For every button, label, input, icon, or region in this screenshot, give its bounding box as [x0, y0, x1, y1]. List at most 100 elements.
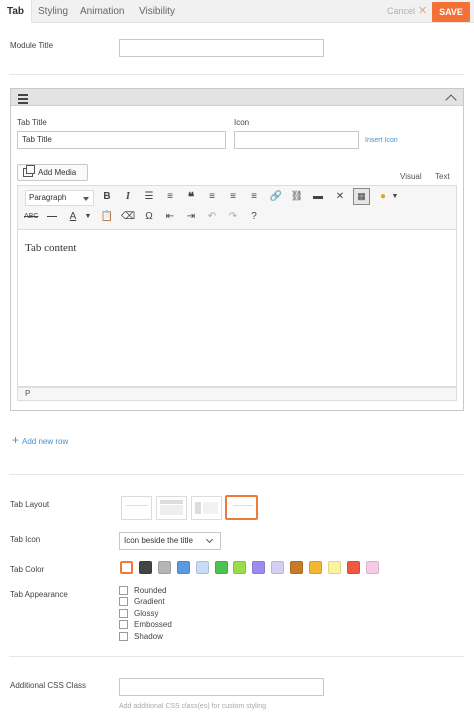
save-button[interactable]: SAVE	[432, 2, 470, 22]
chevron-down-icon[interactable]: ▼	[81, 210, 95, 224]
add-new-row-label: Add new row	[22, 437, 69, 446]
embossed-checkbox[interactable]	[119, 620, 128, 629]
tab-visibility[interactable]: Visibility	[139, 0, 175, 23]
caret-down-icon	[83, 197, 89, 201]
color-swatch[interactable]	[309, 561, 322, 574]
css-class-input[interactable]	[119, 678, 324, 696]
tab-color-label: Tab Color	[10, 565, 45, 574]
cancel-button[interactable]: Cancel ✕	[387, 0, 427, 23]
read-more-icon[interactable]: ▬	[311, 190, 325, 204]
layout-option-left[interactable]	[191, 496, 222, 520]
color-swatch[interactable]	[120, 561, 133, 574]
undo-icon[interactable]: ↶	[205, 210, 219, 224]
embossed-label: Embossed	[134, 620, 172, 629]
gradient-label: Gradient	[134, 597, 165, 606]
tab-styling[interactable]: Styling	[38, 0, 68, 23]
tab-animation[interactable]: Animation	[80, 0, 124, 23]
insert-icon-link[interactable]: Insert Icon	[365, 137, 398, 144]
chevron-down-icon[interactable]: ▼	[388, 190, 402, 204]
color-swatch[interactable]	[327, 561, 341, 574]
top-tab-bar: Tab Styling Animation Visibility Cancel ✕…	[0, 0, 474, 23]
tab-title-label: Tab Title	[17, 118, 47, 127]
glossy-label: Glossy	[134, 609, 159, 618]
format-select-value: Paragraph	[29, 193, 67, 202]
editor-toolbar: Paragraph B I ☰ ≡ ❝ ≡ ≡ ≡ 🔗 ⛓ ▬ ✕ ▦ ● ▼ …	[17, 185, 457, 229]
add-media-label: Add Media	[38, 168, 77, 177]
divider	[9, 474, 464, 475]
module-title-label: Module Title	[10, 41, 54, 50]
bold-icon[interactable]: B	[100, 190, 114, 204]
redo-icon[interactable]: ↷	[226, 210, 240, 224]
numbered-list-icon[interactable]: ≡	[163, 190, 177, 204]
color-swatch[interactable]	[233, 561, 247, 574]
align-left-icon[interactable]: ≡	[205, 190, 219, 204]
menu-icon[interactable]	[18, 94, 28, 106]
tab-icon-select[interactable]: Icon beside the title	[119, 532, 221, 550]
module-title-input[interactable]	[119, 39, 324, 57]
tab-icon-label: Tab Icon	[10, 535, 41, 544]
plus-icon: +	[12, 433, 20, 447]
tab-layout-label: Tab Layout	[10, 500, 50, 509]
fullscreen-icon[interactable]: ✕	[333, 190, 347, 204]
add-new-row-button[interactable]: + Add new row	[12, 433, 68, 447]
format-select[interactable]: Paragraph	[25, 190, 94, 206]
horizontal-line-icon[interactable]: —	[45, 210, 59, 224]
color-swatch[interactable]	[365, 561, 379, 574]
color-swatch[interactable]	[157, 561, 171, 574]
bullet-list-icon[interactable]: ☰	[142, 190, 156, 204]
tab-icon-value: Icon beside the title	[124, 536, 193, 545]
gradient-checkbox[interactable]	[119, 597, 128, 606]
chevron-up-icon[interactable]	[445, 94, 457, 106]
color-swatch[interactable]	[346, 561, 360, 574]
divider	[9, 74, 464, 75]
paste-text-icon[interactable]: 📋	[100, 210, 114, 224]
icon-input[interactable]	[234, 131, 359, 149]
row-header	[11, 89, 463, 106]
outdent-icon[interactable]: ⇤	[163, 210, 177, 224]
special-character-icon[interactable]: Ω	[142, 210, 156, 224]
chevron-down-icon	[205, 535, 214, 544]
tab-text[interactable]: Text	[435, 172, 450, 181]
glossy-checkbox[interactable]	[119, 609, 128, 618]
editor-content: Tab content	[25, 242, 77, 254]
clear-formatting-icon[interactable]: ⌫	[121, 210, 135, 224]
align-center-icon[interactable]: ≡	[226, 190, 240, 204]
color-swatch[interactable]	[195, 561, 209, 574]
shadow-checkbox[interactable]	[119, 632, 128, 641]
css-class-help: Add additional CSS class(es) for custom …	[119, 703, 267, 710]
color-swatch[interactable]	[252, 561, 266, 574]
text-color-icon[interactable]: A	[66, 210, 80, 224]
tab-appearance-label: Tab Appearance	[10, 590, 68, 599]
divider	[9, 656, 464, 657]
tab-visual[interactable]: Visual	[400, 172, 422, 181]
unlink-icon[interactable]: ⛓	[290, 190, 304, 204]
indent-icon[interactable]: ⇥	[184, 210, 198, 224]
shadow-label: Shadow	[134, 632, 163, 641]
blockquote-icon[interactable]: ❝	[184, 190, 198, 204]
strikethrough-icon[interactable]: ABC	[24, 210, 38, 224]
editor-path: P	[25, 389, 31, 398]
tab-tab[interactable]: Tab	[0, 0, 33, 23]
rounded-checkbox[interactable]	[119, 586, 128, 595]
tab-title-input[interactable]: Tab Title	[17, 131, 226, 149]
toolbar-toggle-icon[interactable]: ▦	[353, 188, 370, 205]
color-swatch[interactable]	[138, 561, 152, 574]
align-right-icon[interactable]: ≡	[247, 190, 261, 204]
icon-label: Icon	[234, 118, 250, 127]
add-media-button[interactable]: Add Media	[17, 164, 88, 181]
color-swatch[interactable]	[176, 561, 190, 574]
css-class-label: Additional CSS Class	[10, 681, 87, 690]
layout-option-right-selected[interactable]	[225, 495, 258, 520]
link-icon[interactable]: 🔗	[269, 190, 283, 204]
close-icon: ✕	[418, 5, 428, 17]
media-icon	[23, 165, 35, 177]
layout-option-minimal[interactable]	[121, 496, 152, 520]
help-icon[interactable]: ?	[247, 210, 261, 224]
content-editor[interactable]: Tab content	[17, 229, 457, 387]
layout-option-top[interactable]	[156, 496, 187, 520]
color-swatch[interactable]	[290, 561, 304, 574]
color-swatch[interactable]	[271, 561, 285, 574]
italic-icon[interactable]: I	[121, 190, 135, 204]
cancel-label: Cancel	[387, 6, 416, 16]
color-swatch[interactable]	[214, 561, 228, 574]
